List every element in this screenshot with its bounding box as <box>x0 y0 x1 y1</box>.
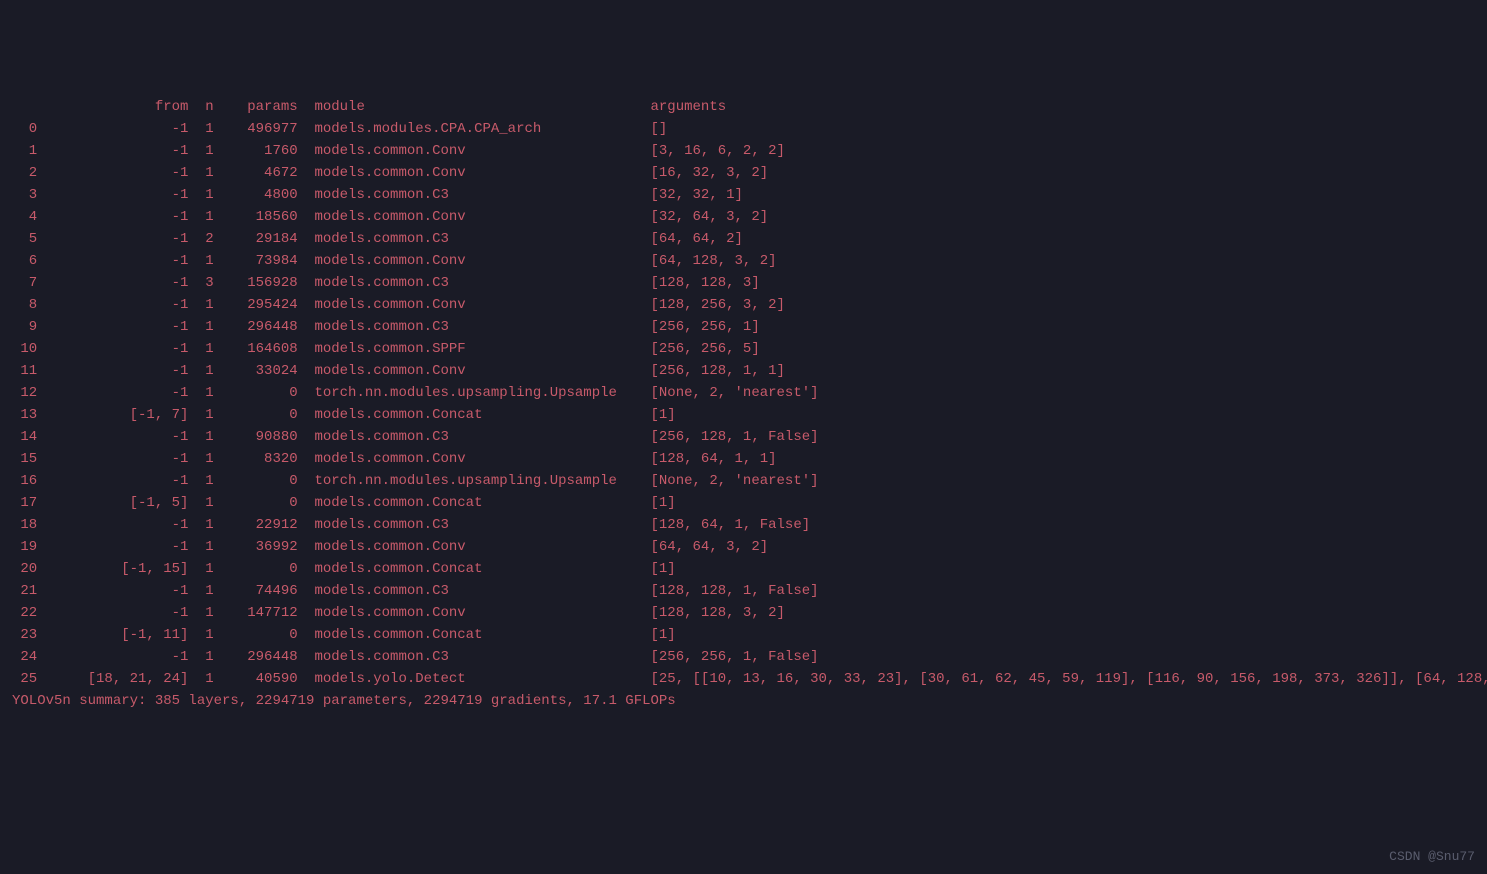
table-row: 12 -1 1 0 torch.nn.modules.upsampling.Up… <box>12 382 1475 404</box>
table-body: 0 -1 1 496977 models.modules.CPA.CPA_arc… <box>12 118 1475 690</box>
table-row: 21 -1 1 74496 models.common.C3 [128, 128… <box>12 580 1475 602</box>
table-row: 7 -1 3 156928 models.common.C3 [128, 128… <box>12 272 1475 294</box>
table-row: 10 -1 1 164608 models.common.SPPF [256, … <box>12 338 1475 360</box>
table-row: 20 [-1, 15] 1 0 models.common.Concat [1] <box>12 558 1475 580</box>
table-row: 25 [18, 21, 24] 1 40590 models.yolo.Dete… <box>12 668 1475 690</box>
terminal-output: from n params module arguments 0 -1 1 49… <box>12 96 1475 712</box>
table-row: 24 -1 1 296448 models.common.C3 [256, 25… <box>12 646 1475 668</box>
table-row: 0 -1 1 496977 models.modules.CPA.CPA_arc… <box>12 118 1475 140</box>
table-row: 8 -1 1 295424 models.common.Conv [128, 2… <box>12 294 1475 316</box>
table-row: 15 -1 1 8320 models.common.Conv [128, 64… <box>12 448 1475 470</box>
table-row: 18 -1 1 22912 models.common.C3 [128, 64,… <box>12 514 1475 536</box>
table-row: 17 [-1, 5] 1 0 models.common.Concat [1] <box>12 492 1475 514</box>
table-row: 11 -1 1 33024 models.common.Conv [256, 1… <box>12 360 1475 382</box>
table-row: 2 -1 1 4672 models.common.Conv [16, 32, … <box>12 162 1475 184</box>
table-row: 5 -1 2 29184 models.common.C3 [64, 64, 2… <box>12 228 1475 250</box>
watermark: CSDN @Snu77 <box>1389 846 1475 868</box>
table-row: 9 -1 1 296448 models.common.C3 [256, 256… <box>12 316 1475 338</box>
table-row: 22 -1 1 147712 models.common.Conv [128, … <box>12 602 1475 624</box>
table-row: 6 -1 1 73984 models.common.Conv [64, 128… <box>12 250 1475 272</box>
table-row: 23 [-1, 11] 1 0 models.common.Concat [1] <box>12 624 1475 646</box>
table-row: 19 -1 1 36992 models.common.Conv [64, 64… <box>12 536 1475 558</box>
summary-line: YOLOv5n summary: 385 layers, 2294719 par… <box>12 690 1475 712</box>
table-row: 16 -1 1 0 torch.nn.modules.upsampling.Up… <box>12 470 1475 492</box>
table-header: from n params module arguments <box>12 96 1475 118</box>
table-row: 13 [-1, 7] 1 0 models.common.Concat [1] <box>12 404 1475 426</box>
table-row: 1 -1 1 1760 models.common.Conv [3, 16, 6… <box>12 140 1475 162</box>
table-row: 3 -1 1 4800 models.common.C3 [32, 32, 1] <box>12 184 1475 206</box>
table-row: 14 -1 1 90880 models.common.C3 [256, 128… <box>12 426 1475 448</box>
table-row: 4 -1 1 18560 models.common.Conv [32, 64,… <box>12 206 1475 228</box>
